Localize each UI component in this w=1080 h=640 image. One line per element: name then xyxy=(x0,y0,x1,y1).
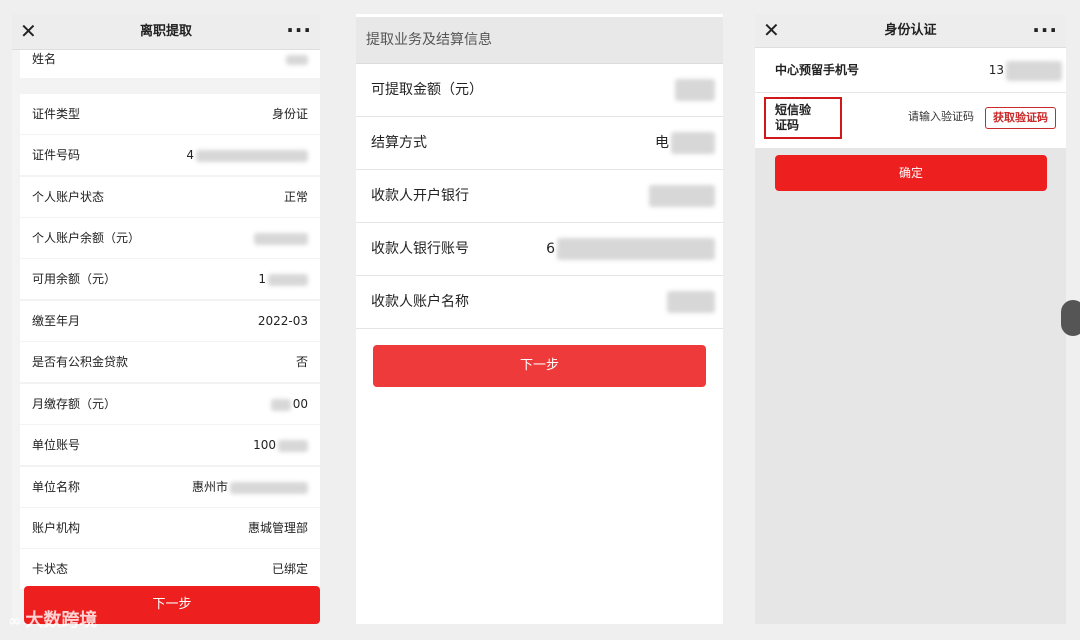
section-title: 提取业务及结算信息 xyxy=(356,17,723,64)
sms-code-input[interactable]: 请输入验证码 xyxy=(908,93,974,141)
info-row-unit-account: 单位账号 100 xyxy=(20,425,320,465)
info-row-monthly-deposit: 月缴存额（元） 00 xyxy=(20,384,320,424)
row-value-text: 1 xyxy=(258,272,266,286)
top-bar: ✕ 身份认证 ··· xyxy=(755,14,1066,48)
row-value-text: 6 xyxy=(546,241,555,257)
row-label: 账户机构 xyxy=(32,521,81,535)
row-value-text: 4 xyxy=(186,148,194,162)
phone-value-text: 13 xyxy=(988,63,1004,77)
info-row-unit-name: 单位名称 惠州市 xyxy=(20,467,320,507)
row-label: 姓名 xyxy=(32,52,57,66)
info-row-paid-until: 缴至年月 2022-03 xyxy=(20,301,320,341)
row-value-text: 惠州市 xyxy=(191,480,228,494)
row-value: 正常 xyxy=(283,190,308,204)
row-value: 1 xyxy=(258,259,308,299)
info-row-id-type: 证件类型 身份证 xyxy=(20,94,320,134)
info-row-account-branch: 账户机构 惠城管理部 xyxy=(20,508,320,548)
row-value xyxy=(675,64,715,116)
row-value xyxy=(667,276,715,328)
watermark: ∞ 大数跨境 xyxy=(8,606,97,632)
row-value xyxy=(649,170,715,222)
withdrawal-screen: ✕ 离职提取 ··· 姓名 证件类型 身份证 证件号码 4 个人账户状态 正常 … xyxy=(12,14,320,624)
row-label: 收款人开户银行 xyxy=(371,188,469,204)
info-row-has-loan: 是否有公积金贷款 否 xyxy=(20,342,320,382)
sms-code-row: 短信验 证码 请输入验证码 获取验证码 xyxy=(755,93,1066,148)
settle-row-method: 结算方式 电 xyxy=(356,117,723,170)
sms-code-label: 短信验 证码 xyxy=(775,103,811,133)
page-title: 身份认证 xyxy=(884,23,937,38)
info-row-id-number: 证件号码 4 xyxy=(20,135,320,175)
identity-verification-screen: ✕ 身份认证 ··· 中心预留手机号 13 短信验 证码 请输入验证码 获取验证… xyxy=(755,14,1066,624)
row-label: 可用余额（元） xyxy=(32,272,117,286)
row-value: 2022-03 xyxy=(257,314,308,328)
row-value: 否 xyxy=(295,355,308,369)
phone-row: 中心预留手机号 13 xyxy=(755,48,1066,93)
row-label: 月缴存额（元） xyxy=(32,397,117,411)
row-value: 已绑定 xyxy=(271,562,308,576)
row-value: 100 xyxy=(253,425,308,465)
row-label: 卡状态 xyxy=(32,562,69,576)
more-icon[interactable]: ··· xyxy=(286,16,312,44)
info-row-available-balance: 可用余额（元） 1 xyxy=(20,259,320,299)
row-label: 个人账户余额（元） xyxy=(32,231,141,245)
row-value: 00 xyxy=(270,384,308,424)
phone-label: 中心预留手机号 xyxy=(775,63,860,77)
info-row-name: 姓名 xyxy=(20,50,320,78)
top-bar: ✕ 离职提取 ··· xyxy=(12,14,320,50)
row-label: 单位账号 xyxy=(32,438,81,452)
row-label: 可提取金额（元） xyxy=(371,82,483,98)
info-row-account-status: 个人账户状态 正常 xyxy=(20,177,320,217)
watermark-text: 大数跨境 xyxy=(25,610,98,631)
sms-label-line-1: 短信验 xyxy=(775,103,812,117)
row-value: 电 xyxy=(655,117,715,169)
info-row-account-balance: 个人账户余额（元） xyxy=(20,218,320,258)
settle-row-bank: 收款人开户银行 xyxy=(356,170,723,223)
settle-row-bank-account: 收款人银行账号 6 xyxy=(356,223,723,276)
row-value-text: 00 xyxy=(292,397,308,411)
settlement-info-screen: 提取业务及结算信息 可提取金额（元） 结算方式 电 收款人开户银行 收款人银行账… xyxy=(356,14,723,624)
row-label: 收款人银行账号 xyxy=(371,241,469,257)
next-step-button[interactable]: 下一步 xyxy=(373,345,706,387)
row-label: 是否有公积金贷款 xyxy=(32,355,129,369)
side-handle xyxy=(1061,300,1080,336)
row-label: 证件号码 xyxy=(32,148,81,162)
settle-row-withdrawable-amount: 可提取金额（元） xyxy=(356,64,723,117)
row-value: 惠城管理部 xyxy=(247,521,308,535)
row-value: 6 xyxy=(546,223,715,275)
row-value: 4 xyxy=(186,135,308,175)
more-icon[interactable]: ··· xyxy=(1032,16,1058,44)
row-value: 身份证 xyxy=(271,107,308,121)
info-row-card-status: 卡状态 已绑定 xyxy=(20,549,320,589)
page-title: 离职提取 xyxy=(139,24,192,39)
row-label: 收款人账户名称 xyxy=(371,294,469,310)
row-label: 缴至年月 xyxy=(32,314,81,328)
settle-row-account-name: 收款人账户名称 xyxy=(356,276,723,329)
row-value-text: 100 xyxy=(253,438,276,452)
sms-label-line-2: 证码 xyxy=(775,118,800,132)
row-label: 结算方式 xyxy=(371,135,427,151)
row-value xyxy=(286,50,308,68)
row-value xyxy=(254,218,308,258)
row-value-text: 电 xyxy=(655,135,669,151)
watermark-logo-icon: ∞ xyxy=(8,611,22,630)
row-value: 惠州市 xyxy=(192,467,308,507)
phone-value: 13 xyxy=(989,48,1062,92)
row-label: 单位名称 xyxy=(32,480,81,494)
get-code-button[interactable]: 获取验证码 xyxy=(985,107,1056,129)
confirm-button[interactable]: 确定 xyxy=(775,155,1047,191)
row-label: 个人账户状态 xyxy=(32,190,105,204)
row-label: 证件类型 xyxy=(32,107,81,121)
